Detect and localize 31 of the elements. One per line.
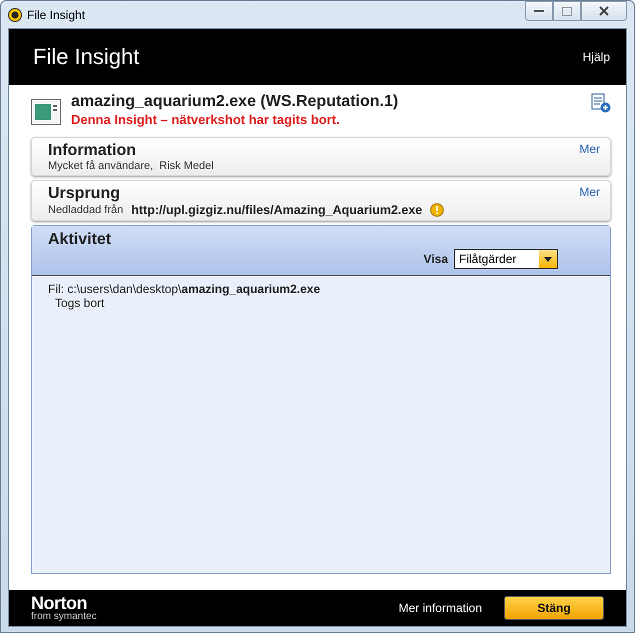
window-title: File Insight [27,8,86,22]
close-icon [599,6,609,16]
more-info-link[interactable]: Mer information [398,601,482,615]
filter-dropdown[interactable]: Filåtgärder [454,249,558,269]
more-link[interactable]: Mer [579,142,600,156]
app-title: File Insight [33,44,140,70]
brand-tagline: from symantec [31,612,98,622]
program-window-icon [31,99,61,125]
close-dialog-button[interactable]: Stäng [504,596,604,620]
section-title: Information [48,142,137,160]
section-title: Aktivitet [48,231,112,249]
minimize-button[interactable] [525,1,553,21]
app-logo-icon [8,8,22,22]
minimize-icon [534,9,544,13]
warning-icon [430,203,444,217]
help-link[interactable]: Hjälp [582,50,610,64]
add-document-icon[interactable] [591,93,611,113]
section-detail: Mycket få användare, Risk Medel [48,160,214,172]
activity-status: Togs bort [54,296,106,310]
section-title: Ursprung [48,185,121,203]
warning-message: Denna Insight – nätverkshot har tagits bort. [71,112,341,127]
file-name: amazing_aquarium2.exe (WS.Reputation.1) [71,93,400,111]
more-link[interactable]: Mer [579,185,600,199]
caret-icon [544,256,552,262]
file-path: Fil: c:\users\dan\desktop\amazing_aquarium2.exe [48,282,322,296]
section-detail: Nedladdad från [48,204,124,216]
source-url: http://upl.gizgiz.nu/files/Amazing_Aquarium2.exe [131,203,422,217]
brand-logo: Norton [31,594,87,612]
close-button[interactable] [581,1,627,21]
filter-label: Visa [424,252,448,266]
maximize-icon [562,6,572,16]
